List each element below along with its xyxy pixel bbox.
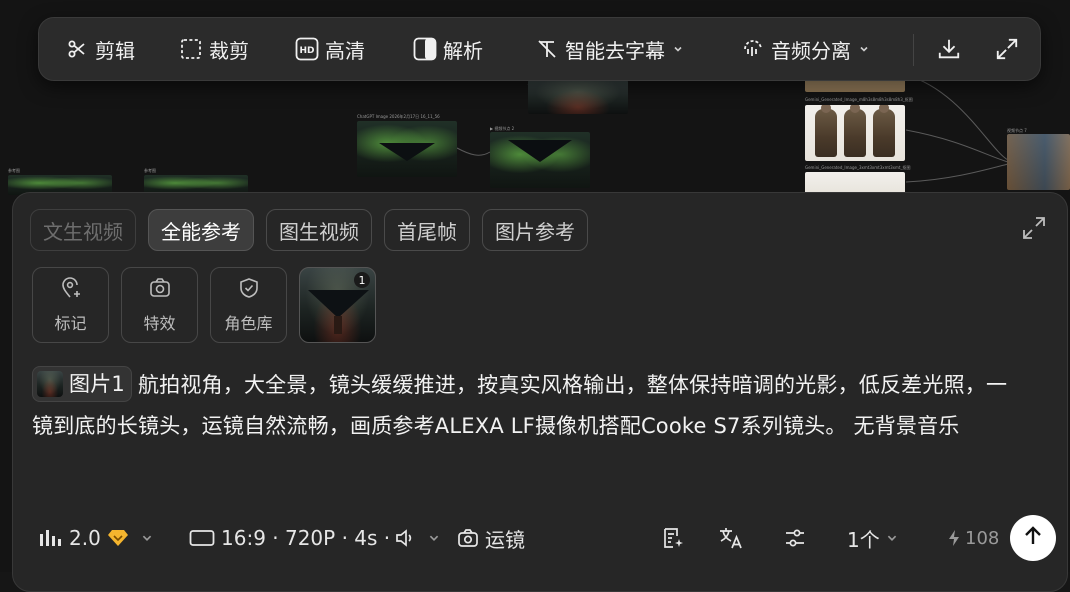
character-sheet-thumbnail[interactable] (805, 105, 905, 161)
analyze-label: 解析 (443, 38, 483, 63)
audio-separate-icon (741, 37, 765, 61)
media-toolbar: 剪辑 裁剪 HD 高清 解析 智能去字幕 音频分离 (38, 17, 1041, 81)
mode-tabs: 文生视频 全能参考 图生视频 首尾帧 图片参考 (30, 209, 588, 251)
marker-tool-button[interactable]: 标记 (32, 267, 109, 343)
pyramid-scene-graphic (379, 143, 435, 161)
translate-icon (718, 526, 744, 550)
send-button[interactable] (1010, 515, 1056, 561)
model-selector[interactable]: 2.0 (39, 513, 159, 563)
tool-row: 标记 特效 角色库 1 (32, 267, 376, 343)
tab-text-to-video[interactable]: 文生视频 (30, 209, 136, 251)
split-icon (413, 37, 437, 61)
arrow-up-icon (1021, 524, 1045, 552)
canvas-node-thumbnail[interactable] (528, 80, 628, 114)
sliders-icon (783, 526, 807, 550)
tab-image-to-video[interactable]: 图生视频 (266, 209, 372, 251)
character-library-label: 角色库 (224, 314, 273, 333)
camera-effect-icon (148, 276, 172, 304)
settings-sliders-button[interactable] (783, 513, 813, 563)
camera-move-button[interactable]: 运镜 (457, 513, 525, 563)
analyze-button[interactable]: 解析 (413, 18, 483, 80)
fullscreen-button[interactable] (995, 18, 1025, 80)
chevron-down-icon (141, 532, 153, 544)
node-caption: 参考图 (8, 168, 20, 173)
format-label: 16:9 · 720P · 4s · (221, 526, 391, 550)
generation-settings-bar: 2.0 16:9 · 720P · 4s · 运镜 1个 108 (13, 513, 1067, 563)
aspect-ratio-icon (189, 529, 215, 547)
translate-button[interactable] (718, 513, 750, 563)
download-button[interactable] (937, 18, 967, 80)
warrior-figure (873, 105, 895, 157)
audio-separate-button[interactable]: 音频分离 (741, 18, 869, 80)
video-node-thumbnail[interactable] (1007, 134, 1070, 190)
audio-separate-label: 音频分离 (771, 38, 851, 63)
expand-icon (1021, 215, 1047, 245)
character-library-button[interactable]: 角色库 (210, 267, 287, 343)
generation-panel: 文生视频 全能参考 图生视频 首尾帧 图片参考 标记 特效 角色库 1 图片1 … (12, 192, 1068, 592)
expand-panel-button[interactable] (1020, 216, 1048, 244)
warrior-figure (844, 105, 866, 157)
reference-count-badge: 1 (354, 272, 370, 288)
marker-tool-label: 标记 (54, 314, 87, 333)
character-sheet-thumbnail[interactable] (805, 172, 905, 194)
canvas-node-thumbnail[interactable] (357, 121, 457, 177)
hd-button[interactable]: HD 高清 (295, 18, 365, 80)
chevron-down-icon (428, 532, 440, 544)
note-sparkle-icon (661, 526, 685, 550)
chip-thumbnail (37, 371, 63, 397)
marker-pin-icon (59, 276, 83, 304)
node-caption: ChatGPT Image 2026年2月17日 16_11_56 (357, 114, 440, 119)
credit-cost: 108 (947, 513, 999, 563)
remove-subtitle-label: 智能去字幕 (565, 38, 665, 63)
node-caption: Gemini_Generated_Image_3xmt3xmt3xmt3xmt_… (805, 165, 911, 170)
bar-chart-icon (39, 528, 63, 548)
prompt-textarea[interactable]: 图片1 航拍视角，大全景，镜头缓缓推进，按真实风格输出，整体保持暗调的光影，低反… (32, 365, 1022, 447)
crop-label: 裁剪 (209, 38, 249, 63)
format-selector[interactable]: 16:9 · 720P · 4s · (189, 513, 446, 563)
camera-move-label: 运镜 (485, 527, 525, 552)
video-node-thumbnail[interactable] (490, 132, 590, 188)
scissors-icon (65, 37, 89, 61)
toolbar-divider (913, 34, 914, 66)
clip-label: 剪辑 (95, 38, 135, 63)
chevron-down-icon (673, 44, 683, 54)
chevron-down-icon (859, 44, 869, 54)
credit-amount: 108 (965, 527, 1000, 549)
vip-diamond-icon (107, 528, 129, 548)
reference-image-thumbnail[interactable]: 1 (299, 267, 376, 343)
chip-label: 图片1 (69, 371, 125, 396)
prompt-text: 航拍视角，大全景，镜头缓缓推进，按真实风格输出，整体保持暗调的光影，低反差光照，… (32, 373, 1008, 438)
tab-omni-reference[interactable]: 全能参考 (148, 209, 254, 251)
camera-icon (457, 528, 479, 548)
clip-button[interactable]: 剪辑 (65, 18, 135, 80)
warrior-figure (815, 105, 837, 157)
count-label: 1个 (847, 527, 880, 552)
tab-image-reference[interactable]: 图片参考 (482, 209, 588, 251)
shield-check-icon (237, 276, 261, 304)
download-icon (937, 37, 961, 61)
tab-first-last-frame[interactable]: 首尾帧 (384, 209, 470, 251)
remove-subtitle-icon (535, 37, 559, 61)
count-selector[interactable]: 1个 (847, 513, 904, 563)
prompt-enhance-button[interactable] (661, 513, 691, 563)
hd-icon: HD (295, 37, 319, 61)
svg-text:HD: HD (299, 46, 314, 56)
node-caption: 参考图 (144, 168, 156, 173)
crop-icon (179, 37, 203, 61)
model-version: 2.0 (69, 526, 101, 550)
effects-tool-button[interactable]: 特效 (121, 267, 198, 343)
chevron-down-icon (886, 532, 898, 544)
effects-tool-label: 特效 (143, 314, 176, 333)
image-reference-chip[interactable]: 图片1 (32, 366, 132, 402)
lightning-icon (947, 529, 961, 547)
speaker-icon (394, 527, 416, 549)
node-caption: Gemini_Generated_Image_m8h3s8m8h3s8m8h3_… (805, 97, 913, 102)
hd-label: 高清 (325, 38, 365, 63)
fullscreen-icon (995, 37, 1019, 61)
crop-button[interactable]: 裁剪 (179, 18, 249, 80)
pyramid-scene-graphic (508, 140, 572, 162)
remove-subtitle-button[interactable]: 智能去字幕 (535, 18, 683, 80)
